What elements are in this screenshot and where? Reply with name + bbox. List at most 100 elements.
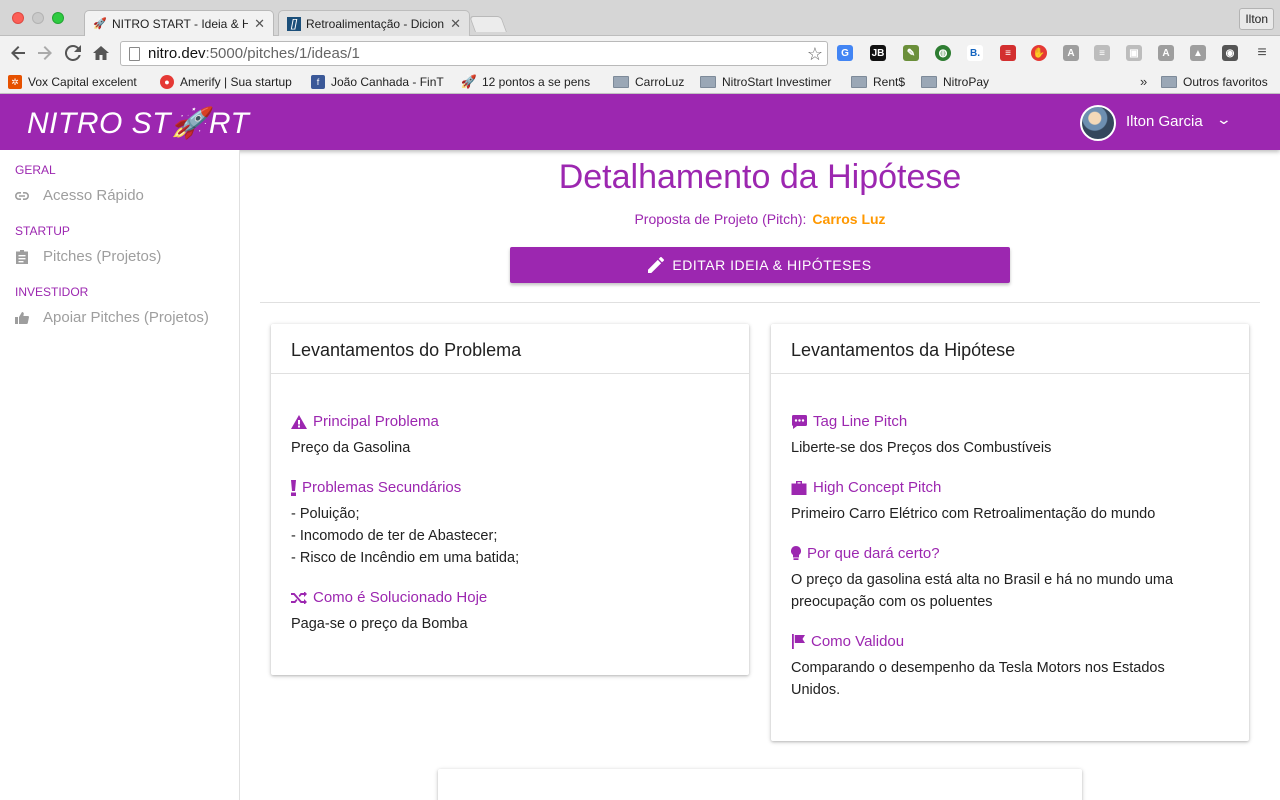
sidebar-item-label: Pitches (Projetos)	[43, 248, 162, 265]
pitch-label: Proposta de Projeto (Pitch):	[634, 211, 807, 227]
reload-icon[interactable]	[63, 43, 83, 63]
pitch-line: Proposta de Projeto (Pitch): Carros Luz	[260, 211, 1260, 227]
drive-icon[interactable]: ▲	[1190, 45, 1206, 61]
sidebar-item-apoiar-pitches[interactable]: Apoiar Pitches (Projetos)	[15, 309, 209, 326]
briefcase-icon	[791, 480, 807, 495]
jetbrains-icon[interactable]: JB	[870, 45, 886, 61]
divider	[260, 302, 1260, 303]
clipboard-icon	[15, 249, 29, 264]
bookmark-star-icon[interactable]: ☆	[807, 44, 823, 65]
bookmark-item[interactable]: ● Amerify | Sua startup	[160, 73, 297, 91]
angular-icon[interactable]: A	[1063, 45, 1079, 61]
angular-gray-icon[interactable]: A	[1158, 45, 1174, 61]
bookmark-label: Rent$	[873, 75, 906, 89]
bookmark-folder[interactable]: Rent$	[851, 73, 905, 91]
card-title: Levantamentos da Hipótese	[771, 324, 1249, 374]
todoist-icon[interactable]: ≡	[1000, 45, 1016, 61]
bitly-icon[interactable]: B.	[967, 45, 983, 61]
bookmark-label: CarroLuz	[635, 75, 685, 89]
home-icon[interactable]	[91, 43, 111, 63]
logo-rocket-icon: 🚀	[171, 107, 209, 140]
bookmark-label: Amerify | Sua startup	[180, 75, 292, 89]
problem-card: Levantamentos do Problema Principal Prob…	[271, 324, 749, 675]
hypothesis-card: Levantamentos da Hipótese Tag Line Pitch…	[771, 324, 1249, 741]
bookmarks-overflow-button[interactable]: »	[1140, 74, 1147, 89]
field-value: - Poluição; - Incomodo de ter de Abastec…	[291, 503, 731, 569]
adblock-icon[interactable]: ✋	[1031, 45, 1047, 61]
browser-profile-button[interactable]: Ilton	[1239, 8, 1274, 30]
pencil-icon	[648, 257, 665, 273]
field-value: Preço da Gasolina	[291, 437, 731, 459]
field-line: - Poluição;	[291, 506, 360, 522]
rocket-icon: 🚀	[462, 74, 478, 89]
bookmark-label: NitroPay	[943, 75, 990, 89]
field-label-text: Como é Solucionado Hoje	[313, 589, 488, 606]
back-arrow-icon[interactable]	[8, 43, 28, 63]
sidebar-item-pitches[interactable]: Pitches (Projetos)	[15, 248, 161, 265]
field-label: Principal Problema	[291, 413, 439, 430]
window-minimize-button[interactable]	[32, 12, 44, 24]
new-tab-button[interactable]	[469, 16, 507, 32]
flag-icon	[791, 634, 805, 649]
browser-toolbar: nitro.dev:5000/pitches/1/ideas/1 ☆ G JB …	[0, 36, 1280, 70]
sidebar: GERAL Acesso Rápido STARTUP Pitches (Pro…	[0, 150, 240, 800]
user-name[interactable]: Ilton Garcia	[1126, 113, 1203, 130]
extension-stack-icon[interactable]: ≡	[1094, 45, 1110, 61]
exclamation-icon	[291, 479, 296, 496]
window-maximize-button[interactable]	[52, 12, 64, 24]
bookmark-label: NitroStart Investimer	[722, 75, 832, 89]
sidebar-item-label: Acesso Rápido	[43, 187, 144, 204]
field-line: Preço da Gasolina	[291, 440, 411, 456]
sidebar-section-startup: STARTUP	[15, 224, 70, 238]
folder-icon	[613, 76, 629, 88]
bookmark-label: Outros favoritos	[1183, 75, 1268, 89]
field-line: - Incomodo de ter de Abastecer;	[291, 528, 498, 544]
field-label: Como Validou	[791, 633, 904, 650]
forward-arrow-icon[interactable]	[35, 43, 55, 63]
logo-text-left: NITRO ST	[27, 107, 171, 140]
tab-title: NITRO START - Ideia & Hip	[112, 16, 249, 31]
other-bookmarks-folder[interactable]: Outros favoritos	[1161, 73, 1268, 91]
window-close-button[interactable]	[12, 12, 24, 24]
vox-capital-icon: ✲	[8, 75, 22, 89]
bookmark-item[interactable]: f João Canhada - FinT	[311, 73, 447, 91]
field-line: Liberte-se dos Preços dos Combustíveis	[791, 440, 1052, 456]
bottom-card	[438, 769, 1082, 800]
avatar[interactable]	[1080, 105, 1116, 141]
bookmark-item[interactable]: 🚀 12 pontos a se pens	[462, 73, 599, 91]
sidebar-item-acesso-rapido[interactable]: Acesso Rápido	[15, 187, 144, 204]
lightbulb-icon	[791, 546, 801, 561]
extension-copy-icon[interactable]: ▣	[1126, 45, 1142, 61]
folder-icon	[851, 76, 867, 88]
field-label: Por que dará certo?	[791, 545, 940, 562]
chevron-down-icon[interactable]: ⌄	[1216, 111, 1232, 128]
bookmark-folder[interactable]: NitroStart Investimer	[700, 73, 836, 91]
field-value: O preço da gasolina está alta no Brasil …	[791, 569, 1231, 613]
address-bar[interactable]: nitro.dev:5000/pitches/1/ideas/1 ☆	[120, 41, 828, 66]
pitch-name[interactable]: Carros Luz	[812, 211, 885, 227]
bookmark-item[interactable]: ✲ Vox Capital excelent	[8, 73, 140, 91]
browser-menu-icon[interactable]: ≡	[1254, 44, 1270, 61]
folder-icon	[700, 76, 716, 88]
edit-idea-button[interactable]: EDITAR IDEIA & HIPÓTESES	[510, 247, 1010, 283]
field-label-text: Como Validou	[811, 633, 905, 650]
field-line: Primeiro Carro Elétrico com Retroaliment…	[791, 506, 1156, 522]
eyedropper-icon[interactable]: ✎	[903, 45, 919, 61]
bookmark-folder[interactable]: NitroPay	[921, 73, 989, 91]
bookmark-label: Vox Capital excelent	[28, 75, 137, 89]
thumbs-up-icon	[15, 311, 29, 324]
browser-tab[interactable]: [] Retroalimentação - Dicioná ✕	[278, 10, 470, 36]
sidebar-item-label: Apoiar Pitches (Projetos)	[43, 309, 209, 326]
field-line: preocupação com os poluentes	[791, 594, 993, 610]
google-translate-icon[interactable]: G	[837, 45, 853, 61]
browser-tab-active[interactable]: 🚀 NITRO START - Ideia & Hip ✕	[84, 10, 274, 36]
globe-icon[interactable]: ◍	[935, 45, 951, 61]
camera-icon[interactable]: ◉	[1222, 45, 1238, 61]
tab-close-icon[interactable]: ✕	[450, 16, 461, 32]
logo-text-right: RT	[208, 107, 250, 140]
page-icon	[129, 46, 140, 61]
nitro-start-logo[interactable]: NITRO ST🚀RT	[27, 106, 249, 141]
tab-close-icon[interactable]: ✕	[254, 16, 265, 32]
bookmark-folder[interactable]: CarroLuz	[613, 73, 684, 91]
folder-icon	[1161, 76, 1177, 88]
